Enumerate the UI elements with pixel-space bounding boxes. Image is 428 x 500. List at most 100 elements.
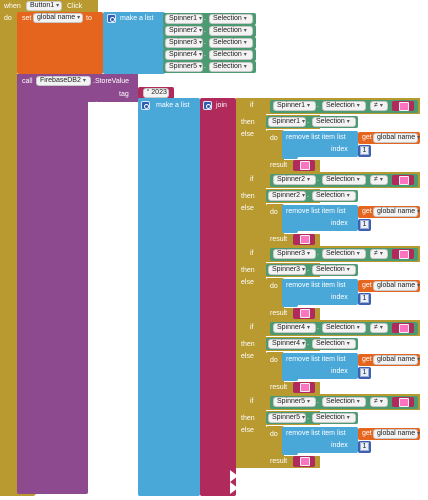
button1-selector[interactable]: Button1 ▾ — [26, 1, 62, 11]
index-number-value[interactable]: 1 — [360, 220, 369, 229]
selection-property[interactable]: Selection ▾ — [209, 14, 253, 24]
index-number-block[interactable]: 1 — [358, 441, 371, 453]
result-empty-text-block[interactable] — [293, 234, 315, 245]
selection-property[interactable]: Selection ▾ — [312, 117, 356, 127]
index-number-block[interactable]: 1 — [358, 367, 371, 379]
spinner-selector[interactable]: Spinner3 ▾ — [273, 249, 316, 259]
make-list-block[interactable] — [138, 98, 200, 496]
result-empty-text-block[interactable] — [293, 308, 315, 319]
empty-text-value[interactable] — [399, 250, 409, 259]
get-global-block[interactable]: get global name ▾ — [358, 206, 420, 218]
index-number-value[interactable]: 1 — [360, 442, 369, 451]
index-number-value[interactable]: 1 — [360, 294, 369, 303]
spinner-selection-block[interactable]: Spinner4 ▾ . Selection ▾ — [163, 49, 256, 61]
global-name-selector[interactable]: global name ▾ — [33, 13, 83, 23]
not-equal-operator[interactable]: ≠ ▾ — [370, 323, 388, 333]
empty-text-value[interactable] — [399, 324, 409, 333]
selection-property[interactable]: Selection ▾ — [312, 339, 356, 349]
spinner-selector[interactable]: Spinner1 ▾ — [165, 14, 203, 24]
empty-text-value[interactable] — [399, 398, 409, 407]
empty-text-block[interactable] — [392, 249, 414, 259]
global-name-selector[interactable]: global name ▾ — [373, 207, 420, 217]
compare-block[interactable]: Spinner5 ▾ . Selection ▾ ≠ ▾ — [270, 396, 418, 409]
spinner-selector[interactable]: Spinner3 ▾ — [268, 265, 306, 275]
compare-block[interactable]: Spinner2 ▾ . Selection ▾ ≠ ▾ — [270, 174, 418, 187]
join-block[interactable] — [200, 98, 236, 496]
then-spinner-block[interactable]: Spinner3 ▾ . Selection ▾ — [266, 264, 358, 276]
result-empty-text-value[interactable] — [300, 161, 310, 170]
global-name-selector[interactable]: global name ▾ — [373, 429, 420, 439]
get-global-block[interactable]: get global name ▾ — [358, 428, 420, 440]
index-number-value[interactable]: 1 — [360, 146, 369, 155]
result-empty-text-block[interactable] — [293, 456, 315, 467]
tag-text-value[interactable]: “ 2023 — [143, 88, 169, 98]
spinner-selector[interactable]: Spinner4 ▾ — [273, 323, 316, 333]
not-equal-operator[interactable]: ≠ ▾ — [370, 249, 388, 259]
then-spinner-block[interactable]: Spinner2 ▾ . Selection ▾ — [266, 190, 358, 202]
selection-property[interactable]: Selection ▾ — [322, 249, 366, 259]
selection-property[interactable]: Selection ▾ — [322, 323, 366, 333]
then-spinner-block[interactable]: Spinner1 ▾ . Selection ▾ — [266, 116, 358, 128]
selection-property[interactable]: Selection ▾ — [209, 62, 253, 72]
empty-text-block[interactable] — [392, 323, 414, 333]
get-global-block[interactable]: get global name ▾ — [358, 354, 420, 366]
firebase-storevalue-block[interactable] — [17, 74, 88, 494]
not-equal-operator[interactable]: ≠ ▾ — [370, 101, 388, 111]
not-equal-operator[interactable]: ≠ ▾ — [370, 397, 388, 407]
index-number-block[interactable]: 1 — [358, 145, 371, 157]
result-empty-text-value[interactable] — [300, 235, 310, 244]
spinner-selection-block[interactable]: Spinner3 ▾ . Selection ▾ — [163, 37, 256, 49]
result-empty-text-value[interactable] — [300, 457, 310, 466]
empty-text-block[interactable] — [392, 101, 414, 111]
compare-block[interactable]: Spinner4 ▾ . Selection ▾ ≠ ▾ — [270, 322, 418, 335]
spinner-selection-block[interactable]: Spinner5 ▾ . Selection ▾ — [163, 61, 256, 73]
spinner-selector[interactable]: Spinner4 ▾ — [268, 339, 306, 349]
selection-property[interactable]: Selection ▾ — [322, 397, 366, 407]
spinner-selector[interactable]: Spinner1 ▾ — [268, 117, 306, 127]
spinner-selector[interactable]: Spinner5 ▾ — [268, 413, 306, 423]
result-empty-text-value[interactable] — [300, 383, 310, 392]
index-number-block[interactable]: 1 — [358, 293, 371, 305]
global-name-selector[interactable]: global name ▾ — [373, 281, 420, 291]
then-spinner-block[interactable]: Spinner5 ▾ . Selection ▾ — [266, 412, 358, 424]
get-global-block[interactable]: get global name ▾ — [358, 132, 420, 144]
spinner-selector[interactable]: Spinner2 ▾ — [165, 26, 203, 36]
make-list-gear-icon[interactable] — [141, 101, 150, 110]
compare-block[interactable]: Spinner3 ▾ . Selection ▾ ≠ ▾ — [270, 248, 418, 261]
selection-property[interactable]: Selection ▾ — [312, 413, 356, 423]
selection-property[interactable]: Selection ▾ — [322, 101, 366, 111]
spinner-selector[interactable]: Spinner2 ▾ — [273, 175, 316, 185]
index-number-block[interactable]: 1 — [358, 219, 371, 231]
spinner-selection-block[interactable]: Spinner1 ▾ . Selection ▾ — [163, 13, 256, 25]
result-empty-text-block[interactable] — [293, 160, 315, 171]
selection-property[interactable]: Selection ▾ — [312, 265, 356, 275]
result-empty-text-block[interactable] — [293, 382, 315, 393]
result-empty-text-value[interactable] — [300, 309, 310, 318]
global-name-selector[interactable]: global name ▾ — [373, 355, 420, 365]
spinner-selection-block[interactable]: Spinner2 ▾ . Selection ▾ — [163, 25, 256, 37]
selection-property[interactable]: Selection ▾ — [209, 38, 253, 48]
make-list-gear-icon[interactable] — [107, 14, 116, 23]
empty-text-value[interactable] — [399, 176, 409, 185]
spinner-selector[interactable]: Spinner3 ▾ — [165, 38, 203, 48]
spinner-selector[interactable]: Spinner4 ▾ — [165, 50, 203, 60]
not-equal-operator[interactable]: ≠ ▾ — [370, 175, 388, 185]
spinner-selector[interactable]: Spinner1 ▾ — [273, 101, 316, 111]
firebasedb2-selector[interactable]: FirebaseDB2 ▾ — [36, 76, 91, 86]
empty-text-block[interactable] — [392, 397, 414, 407]
when-button1-click-block[interactable] — [0, 0, 17, 496]
empty-text-value[interactable] — [399, 102, 409, 111]
empty-text-block[interactable] — [392, 175, 414, 185]
spinner-selector[interactable]: Spinner5 ▾ — [165, 62, 203, 72]
selection-property[interactable]: Selection ▾ — [209, 50, 253, 60]
selection-property[interactable]: Selection ▾ — [322, 175, 366, 185]
selection-property[interactable]: Selection ▾ — [312, 191, 356, 201]
spinner-selector[interactable]: Spinner5 ▾ — [273, 397, 316, 407]
global-name-selector[interactable]: global name ▾ — [373, 133, 420, 143]
compare-block[interactable]: Spinner1 ▾ . Selection ▾ ≠ ▾ — [270, 100, 418, 113]
spinner-selector[interactable]: Spinner2 ▾ — [268, 191, 306, 201]
get-global-block[interactable]: get global name ▾ — [358, 280, 420, 292]
then-spinner-block[interactable]: Spinner4 ▾ . Selection ▾ — [266, 338, 358, 350]
selection-property[interactable]: Selection ▾ — [209, 26, 253, 36]
index-number-value[interactable]: 1 — [360, 368, 369, 377]
